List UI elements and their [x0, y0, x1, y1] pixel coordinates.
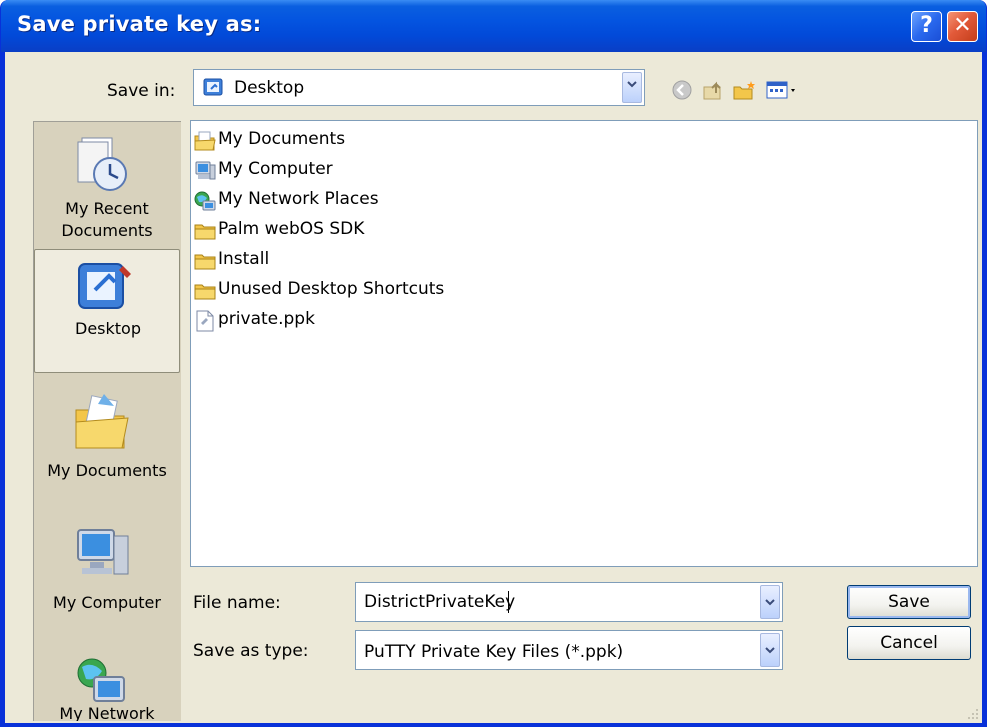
save-in-label: Save in: [107, 81, 176, 101]
place-my-documents[interactable]: My Documents [34, 380, 180, 500]
resize-grip-icon[interactable] [964, 705, 980, 721]
place-label-desktop: Desktop [75, 319, 141, 338]
my-documents-icon [194, 131, 216, 151]
place-my-computer[interactable]: My Computer [34, 512, 180, 632]
place-label-my-documents: My Documents [47, 461, 167, 480]
desktop-icon [78, 263, 131, 309]
file-name: My Computer [218, 159, 333, 179]
file-name: Unused Desktop Shortcuts [218, 279, 445, 299]
place-label-my-computer: My Computer [53, 593, 161, 612]
file-name: My Documents [218, 129, 346, 149]
help-button[interactable]: ? [911, 11, 942, 42]
chevron-down-icon [765, 647, 775, 654]
place-desktop[interactable]: Desktop [34, 249, 180, 373]
folder-icon [194, 254, 216, 270]
my-computer-icon [77, 529, 129, 575]
close-button[interactable]: ✕ [947, 11, 978, 42]
save-in-value: Desktop [234, 78, 305, 98]
chevron-down-icon [765, 599, 775, 606]
file-name: Install [218, 249, 270, 269]
save-as-type-dropdown[interactable]: PuTTY Private Key Files (*.ppk) [355, 630, 783, 670]
file-name-dropdown-button[interactable] [760, 585, 780, 619]
file-name-value: DistrictPrivateKey [364, 592, 516, 612]
file-list[interactable]: My Documents My Computer My Network Plac… [190, 120, 978, 567]
file-name-field[interactable]: DistrictPrivateKey [355, 582, 783, 622]
cancel-button[interactable]: Cancel [847, 626, 971, 660]
title-bar[interactable]: Save private key as: ? ✕ [1, 0, 986, 52]
file-name-label: File name: [193, 593, 281, 613]
folder-icon [194, 224, 216, 240]
dialog-body: Save in: Desktop My Recent Documents Des… [5, 52, 982, 723]
my-documents-icon [75, 394, 129, 449]
save-as-type-dropdown-button[interactable] [760, 633, 780, 667]
desktop-icon [203, 78, 223, 96]
new-folder-icon[interactable] [732, 79, 756, 101]
recent-documents-icon [77, 137, 127, 191]
file-name: private.ppk [218, 309, 315, 329]
file-name: Palm webOS SDK [218, 219, 365, 239]
up-folder-icon[interactable] [702, 79, 726, 101]
my-computer-icon [195, 161, 216, 180]
places-bar: My Recent Documents Desktop My Documents… [33, 121, 181, 721]
place-recent-documents[interactable]: My Recent Documents [34, 132, 180, 242]
window-title: Save private key as: [17, 12, 262, 36]
save-as-type-label: Save as type: [193, 641, 309, 661]
save-as-type-value: PuTTY Private Key Files (*.ppk) [364, 642, 624, 662]
text-caret [508, 591, 509, 613]
save-in-dropdown-button[interactable] [622, 72, 642, 103]
place-label-recent: My Recent Documents [61, 199, 153, 240]
file-name: My Network Places [218, 189, 379, 209]
back-icon[interactable] [670, 79, 694, 101]
save-in-dropdown[interactable]: Desktop [193, 69, 645, 106]
save-button[interactable]: Save [847, 585, 971, 619]
chevron-down-icon [627, 81, 637, 88]
network-places-icon [194, 191, 216, 211]
save-dialog-window: Save private key as: ? ✕ Save in: Deskto… [0, 0, 987, 727]
file-icon [196, 310, 214, 332]
place-my-network[interactable]: My Network [34, 645, 180, 721]
place-label-my-network: My Network [59, 704, 155, 721]
view-menu-icon[interactable] [765, 79, 801, 101]
folder-icon [194, 284, 216, 300]
